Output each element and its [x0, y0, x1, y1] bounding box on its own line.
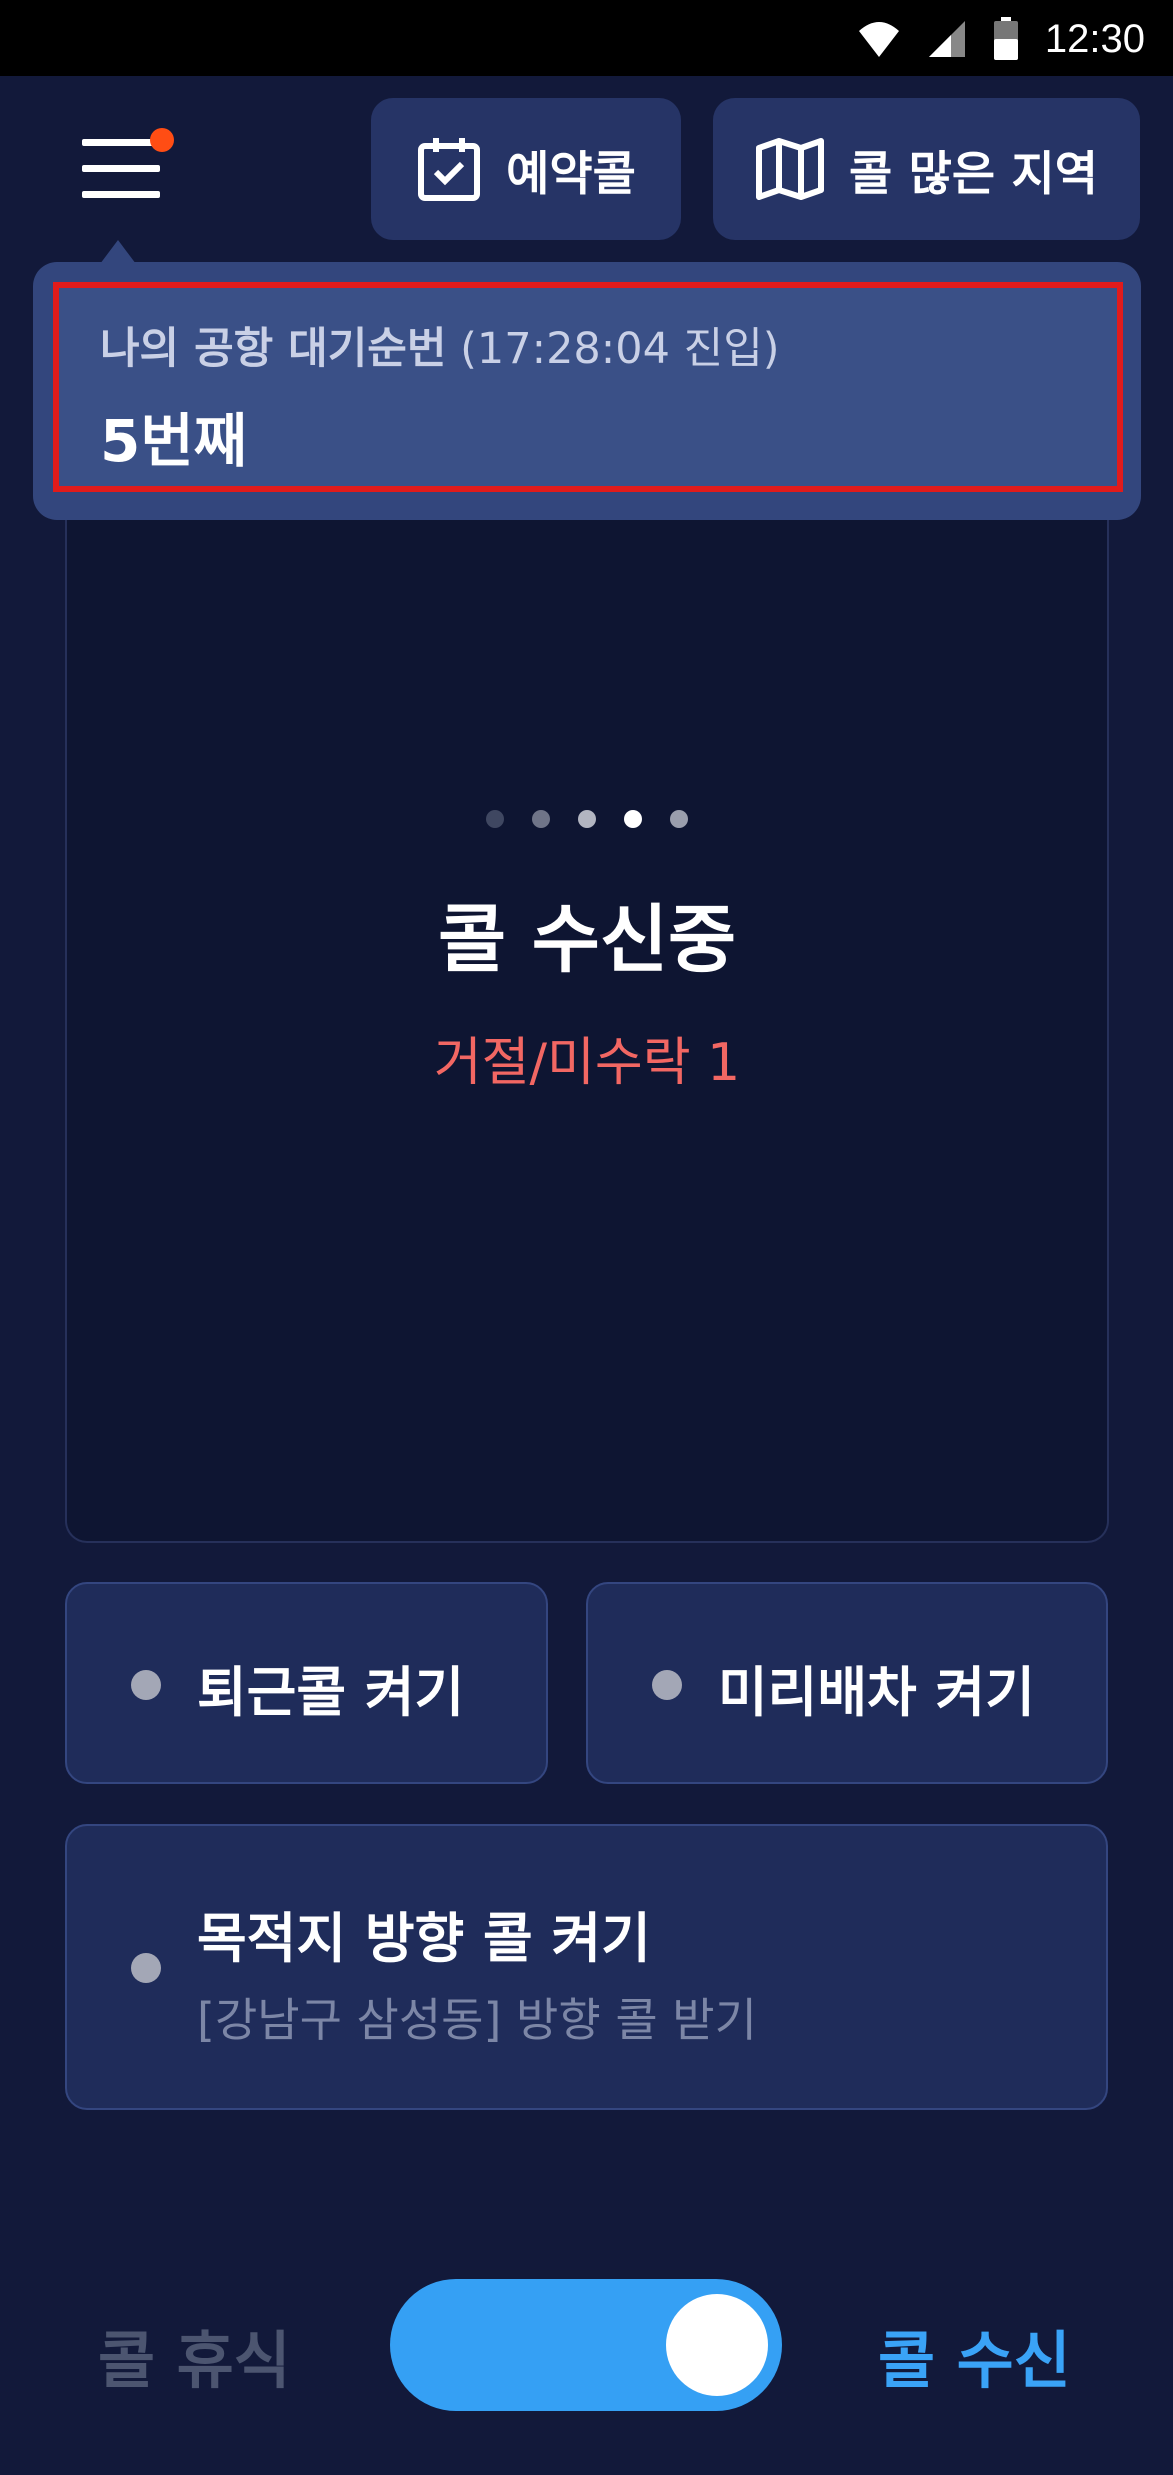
queue-entry-time: (17:28:04 진입): [460, 324, 780, 374]
status-time: 12:30: [1044, 16, 1145, 61]
call-receiving-title: 콜 수신중: [437, 897, 737, 983]
status-icons: 12:30: [857, 14, 1145, 64]
call-rest-label[interactable]: 콜 휴식: [98, 2310, 291, 2400]
loading-dots: [67, 810, 1107, 828]
notification-badge: [150, 128, 174, 152]
loading-dot: [486, 810, 504, 828]
destination-call-sub: [강남구 삼성동] 방향 콜 받기: [197, 1993, 757, 2047]
queue-title-label: 나의 공항 대기순번: [100, 324, 447, 374]
loading-dot: [578, 810, 596, 828]
battery-icon: [993, 17, 1018, 60]
busy-area-label: 콜 많은 지역: [849, 146, 1098, 202]
calendar-check-icon: [418, 138, 481, 201]
commute-status-dot: [131, 1670, 161, 1700]
destination-call-toggle[interactable]: 목적지 방향 콜 켜기 [강남구 삼성동] 방향 콜 받기: [65, 1824, 1108, 2110]
queue-popup-pointer: [100, 240, 136, 264]
loading-dot: [624, 810, 642, 828]
loading-dot: [670, 810, 688, 828]
call-status-panel: 콜 수신중 거절/미수락 1: [65, 505, 1109, 1543]
destination-call-label: 목적지 방향 콜 켜기: [197, 1907, 651, 1970]
menu-button[interactable]: [70, 120, 180, 220]
pre-dispatch-label: 미리배차 켜기: [718, 1661, 1035, 1724]
switch-knob[interactable]: [666, 2294, 768, 2396]
map-icon: [756, 138, 825, 200]
call-receive-switch[interactable]: [390, 2279, 782, 2411]
pre-dispatch-status-dot: [652, 1670, 682, 1700]
status-bar: 12:30: [0, 0, 1173, 76]
destination-status-dot: [131, 1953, 161, 1983]
wifi-icon: [858, 22, 899, 57]
commute-call-label: 퇴근콜 켜기: [197, 1661, 465, 1724]
pre-dispatch-toggle[interactable]: 미리배차 켜기: [586, 1582, 1108, 1784]
commute-call-toggle[interactable]: 퇴근콜 켜기: [65, 1582, 548, 1784]
queue-rank: 5번째: [100, 407, 248, 475]
call-receive-label[interactable]: 콜 수신: [878, 2310, 1071, 2400]
busy-area-button[interactable]: 콜 많은 지역: [713, 98, 1140, 240]
reservation-call-label: 예약콜: [506, 146, 636, 202]
queue-title: 나의 공항 대기순번 (17:28:04 진입): [100, 314, 780, 376]
loading-dot: [532, 810, 550, 828]
reject-count-text: 거절/미수락 1: [433, 1033, 741, 1093]
airport-queue-popup: 나의 공항 대기순번 (17:28:04 진입) 5번째: [33, 262, 1141, 520]
cell-signal-icon: [928, 21, 965, 57]
reservation-call-button[interactable]: 예약콜: [371, 98, 681, 240]
